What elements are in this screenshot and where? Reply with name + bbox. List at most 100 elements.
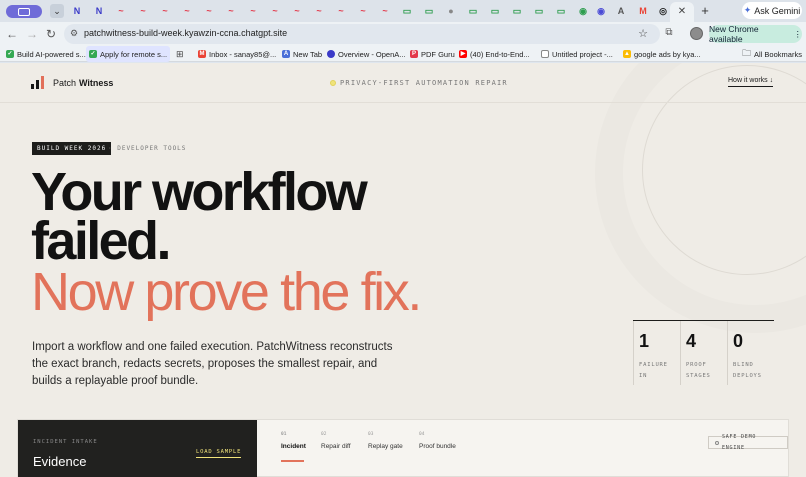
- all-bookmarks[interactable]: 🗀 All Bookmarks: [742, 46, 802, 62]
- tab-favicon[interactable]: ●: [444, 4, 458, 18]
- incident-intake: INCIDENT INTAKE Evidence LOAD SAMPLE: [18, 420, 257, 477]
- tab-incident[interactable]: 01 Incident: [281, 432, 306, 450]
- tab-favicon[interactable]: ~: [180, 4, 194, 18]
- more-vert-icon: ⋮: [793, 28, 803, 39]
- tab-favicon[interactable]: ~: [246, 4, 260, 18]
- tab-favicon[interactable]: M: [636, 4, 650, 18]
- hero-headline-line-2: failed.: [31, 211, 171, 271]
- brand-name[interactable]: Patch Witness: [53, 78, 113, 88]
- bookmark-item[interactable]: A New Tab: [282, 46, 322, 62]
- openai-icon: [327, 50, 335, 58]
- browser-tab-strip: ⌄ N N ~ ~ ~ ~ ~ ~ ~ ~ ~ ~ ~ ~ ~ ▭ ▭ ● ▭ …: [0, 0, 806, 22]
- how-it-works-link[interactable]: How it works ↓: [728, 77, 774, 87]
- tab-favicon[interactable]: ▭: [400, 4, 414, 18]
- tab-favicon[interactable]: ▭: [466, 4, 480, 18]
- safe-demo-engine-button[interactable]: SAFE DEMO ENGINE: [708, 434, 788, 451]
- gemini-spark-icon: ✦: [743, 5, 752, 15]
- tab-favicon[interactable]: ~: [202, 4, 216, 18]
- bookmark-item[interactable]: ▶ (40) End-to-End...: [459, 46, 530, 62]
- stat-blind-deploys: 0 BLIND DEPLOYS: [727, 321, 774, 385]
- tab-favicon[interactable]: ▭: [510, 4, 524, 18]
- new-tab-icon: A: [282, 50, 290, 58]
- checkbox-favicon-icon: ✓: [89, 50, 97, 58]
- stats-strip: 1 FAILURE IN 4 PROOF STAGES 0 BLIND DEPL…: [633, 320, 774, 385]
- site-header: Patch Witness PRIVACY-FIRST AUTOMATION RE…: [0, 63, 806, 103]
- tab-favicon[interactable]: ~: [158, 4, 172, 18]
- tab-favicon[interactable]: ~: [114, 4, 128, 18]
- category-label: · DEVELOPER TOOLS: [108, 145, 187, 152]
- ask-gemini-button[interactable]: ✦ Ask Gemini: [742, 2, 802, 19]
- apps-grid-icon[interactable]: ⊞: [176, 49, 186, 59]
- window-icon: [18, 7, 30, 16]
- bookmark-item[interactable]: ✓ Apply for remote s...: [86, 46, 171, 62]
- tab-favicon[interactable]: A: [614, 4, 628, 18]
- tab-favicon[interactable]: N: [92, 4, 106, 18]
- forward-arrow-icon[interactable]: →: [24, 26, 40, 42]
- avatar[interactable]: [690, 27, 703, 40]
- tab-favicon[interactable]: ~: [136, 4, 150, 18]
- tab-favicon[interactable]: ▭: [488, 4, 502, 18]
- tab-repair-diff[interactable]: 02 Repair diff: [321, 432, 351, 450]
- tab-replay-gate[interactable]: 03 Replay gate: [368, 432, 403, 450]
- back-arrow-icon[interactable]: ←: [4, 26, 20, 42]
- tab-favicon[interactable]: ~: [290, 4, 304, 18]
- status-dot-icon: [330, 80, 336, 86]
- hero-description: Import a workflow and one failed executi…: [32, 341, 393, 387]
- tab-favicon[interactable]: ~: [224, 4, 238, 18]
- chrome-update-button[interactable]: New Chrome available ⋮: [709, 24, 803, 44]
- bookmark-item[interactable]: P PDF Guru: [410, 46, 455, 62]
- load-sample-button[interactable]: LOAD SAMPLE: [196, 449, 242, 458]
- bookmark-star-icon[interactable]: ☆: [638, 27, 648, 40]
- tab-favicon[interactable]: ~: [356, 4, 370, 18]
- workspace-panel: INCIDENT INTAKE Evidence LOAD SAMPLE 01 …: [17, 419, 789, 477]
- address-bar[interactable]: ⚙ patchwitness-build-week.kyawzin-ccna.c…: [64, 24, 660, 44]
- tab-favicon[interactable]: ~: [378, 4, 392, 18]
- hero-headline-line-1: Your workflow: [31, 162, 368, 222]
- page-content: Patch Witness PRIVACY-FIRST AUTOMATION RE…: [0, 63, 806, 477]
- folder-icon: 🗀: [742, 48, 752, 58]
- document-icon: [541, 50, 549, 58]
- bookmark-item[interactable]: M Inbox - sanay85@...: [198, 46, 276, 62]
- active-tab-close-icon[interactable]: ✕: [670, 2, 694, 22]
- pdf-icon: P: [410, 50, 418, 58]
- ask-gemini-label: Ask Gemini: [754, 5, 801, 16]
- url-text: patchwitness-build-week.kyawzin-ccna.cha…: [84, 28, 288, 38]
- stat-failure: 1 FAILURE IN: [633, 321, 680, 385]
- engine-status-icon: [715, 440, 719, 445]
- evidence-title: Evidence: [33, 454, 87, 469]
- tab-favicon[interactable]: N: [70, 4, 84, 18]
- tab-favicon[interactable]: ▭: [532, 4, 546, 18]
- tab-favicon[interactable]: ◎: [656, 4, 670, 18]
- active-tab-indicator: [281, 460, 304, 462]
- update-label: New Chrome available: [709, 24, 759, 44]
- stat-proof-stages: 4 PROOF STAGES: [680, 321, 727, 385]
- profile-pill[interactable]: [6, 5, 42, 18]
- checkbox-favicon-icon: ✓: [6, 50, 14, 58]
- tab-proof-bundle[interactable]: 04 Proof bundle: [419, 432, 456, 450]
- google-ads-icon: ▲: [623, 50, 631, 58]
- bookmark-item[interactable]: ✓ Build AI-powered s...: [6, 46, 86, 62]
- new-tab-button[interactable]: +: [698, 3, 712, 19]
- tab-search-chevron-icon[interactable]: ⌄: [50, 4, 64, 18]
- build-week-badge: BUILD WEEK 2026: [32, 142, 112, 155]
- browser-toolbar: ← → ↻ ⚙ patchwitness-build-week.kyawzin-…: [0, 22, 806, 46]
- tab-favicon[interactable]: ▭: [554, 4, 568, 18]
- reload-icon[interactable]: ↻: [43, 26, 59, 42]
- tab-favicon[interactable]: ~: [312, 4, 326, 18]
- tab-favicon[interactable]: ◉: [594, 4, 608, 18]
- youtube-icon: ▶: [459, 50, 467, 58]
- bookmark-item[interactable]: ▲ google ads by kya...: [623, 46, 701, 62]
- bookmark-item[interactable]: Overview - OpenA...: [327, 46, 406, 62]
- site-info-icon[interactable]: ⚙: [70, 28, 78, 39]
- tab-favicon[interactable]: ◉: [576, 4, 590, 18]
- tab-favicon[interactable]: ~: [334, 4, 348, 18]
- gmail-icon: M: [198, 50, 206, 58]
- extensions-puzzle-icon[interactable]: ⧉: [663, 27, 675, 39]
- tagline: PRIVACY-FIRST AUTOMATION REPAIR: [330, 79, 508, 87]
- tab-favicon[interactable]: ~: [268, 4, 282, 18]
- patchwitness-logo-icon[interactable]: [31, 76, 44, 89]
- tab-favicon[interactable]: ▭: [422, 4, 436, 18]
- hero-headline-accent: Now prove the fix.: [31, 262, 422, 322]
- bookmarks-bar: ✓ Build AI-powered s... ✓ Apply for remote…: [0, 46, 806, 62]
- bookmark-item[interactable]: Untitled project -...: [541, 46, 613, 62]
